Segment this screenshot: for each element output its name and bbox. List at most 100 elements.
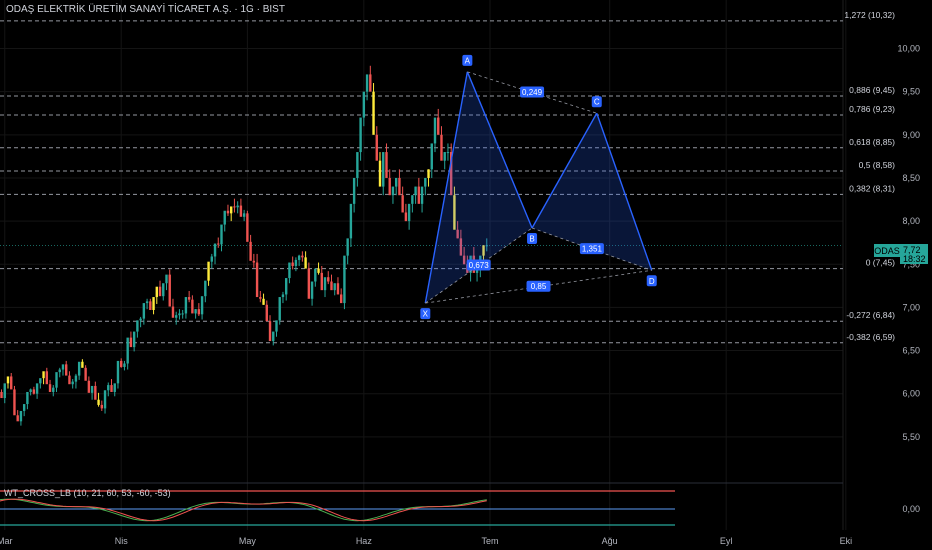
candle-body — [330, 281, 333, 291]
candle-body — [310, 281, 314, 299]
candle-body — [352, 177, 356, 204]
candle-body — [443, 152, 446, 161]
candle-body — [288, 262, 291, 279]
candle-body — [204, 280, 207, 297]
candle-body — [317, 268, 320, 273]
candle-body — [233, 206, 236, 208]
x-tick-label: May — [239, 536, 257, 546]
candle-body — [181, 313, 184, 315]
price-chart[interactable]: 1,272 (10,32) 0,886 (9,45) 0,786 (9,23) 0,6… — [0, 0, 932, 550]
candle-body — [301, 255, 304, 258]
candle-body — [13, 389, 16, 416]
candle-body — [158, 286, 162, 297]
candle-body — [19, 410, 23, 422]
candle-body — [391, 186, 395, 196]
fib-level-label: 0,5 (8,58) — [859, 160, 896, 170]
candle-body — [349, 203, 353, 239]
candle-body — [255, 262, 259, 298]
candle-body — [223, 210, 226, 225]
candle-body — [307, 268, 311, 299]
fib-level-label: 0,786 (9,23) — [849, 104, 895, 114]
candle-body — [401, 195, 404, 213]
candle-body — [394, 177, 398, 187]
candle-body — [275, 320, 278, 332]
candle-body — [230, 206, 233, 214]
candles — [0, 65, 488, 426]
x-tick-label: Tem — [481, 536, 498, 546]
y-tick-label: 9,00 — [902, 130, 920, 140]
candle-body — [39, 378, 42, 384]
candle-body — [45, 371, 49, 385]
candle-body — [297, 255, 301, 260]
candle-body — [437, 117, 440, 135]
candle-body — [116, 360, 120, 384]
candle-body — [171, 306, 175, 318]
candle-body — [152, 297, 155, 310]
candle-body — [249, 241, 252, 261]
candle-body — [430, 143, 433, 170]
candle-body — [446, 152, 450, 154]
y-tick-label: 7,00 — [902, 302, 920, 312]
fib-level-label: 0,886 (9,45) — [849, 85, 895, 95]
candle-body — [323, 277, 327, 291]
pivot-label: X — [423, 310, 429, 319]
candle-body — [42, 371, 45, 379]
candle-body — [145, 301, 149, 304]
candle-body — [291, 262, 294, 266]
candle-body — [61, 364, 65, 370]
candle-body — [252, 260, 256, 263]
pivot-label: D — [649, 277, 655, 286]
candle-body — [246, 213, 249, 242]
candle-body — [175, 315, 178, 318]
candle-body — [365, 74, 369, 92]
candle-body — [123, 363, 126, 367]
candle-body — [200, 296, 204, 315]
candle-body — [433, 117, 437, 144]
candle-body — [382, 152, 385, 187]
wt2-line — [0, 498, 487, 522]
candle-body — [210, 256, 213, 262]
candle-body — [129, 337, 133, 348]
fib-level-label: 1,272 (10,32) — [844, 10, 895, 20]
candle-body — [268, 321, 272, 342]
price-axis: 5,506,006,507,007,508,008,509,009,5010,0… — [897, 44, 920, 442]
symbol-tag: ODAS — [874, 246, 900, 256]
candle-body — [411, 195, 414, 204]
candle-body — [356, 152, 359, 178]
candle-body — [132, 331, 136, 348]
candle-body — [168, 274, 171, 307]
candle-body — [155, 286, 158, 298]
candle-body — [343, 255, 346, 304]
candle-body — [220, 224, 223, 245]
candle-body — [35, 383, 39, 394]
candle-body — [294, 259, 298, 266]
candle-body — [339, 294, 343, 304]
candle-body — [71, 381, 74, 385]
candle-body — [100, 404, 103, 409]
candle-body — [3, 383, 6, 399]
candle-body — [0, 391, 3, 399]
candle-body — [97, 399, 100, 405]
candle-body — [194, 309, 197, 314]
y-tick-label: 6,00 — [902, 389, 920, 399]
candle-body — [424, 177, 427, 187]
candle-body — [304, 257, 307, 269]
candle-body — [126, 337, 129, 364]
candle-body — [107, 385, 110, 391]
x-tick-label: Ağu — [602, 536, 618, 546]
x-tick-label: Eki — [840, 536, 853, 546]
chart-title: ODAŞ ELEKTRİK ÜRETİM SANAYİ TİCARET A.Ş.… — [6, 4, 285, 15]
candle-body — [404, 212, 408, 222]
ratio-label: 1,351 — [582, 245, 603, 254]
indicator-zero-tick: 0,00 — [902, 504, 920, 514]
pivot-label: C — [594, 98, 600, 107]
candle-body — [84, 367, 87, 381]
fib-level-label: -0,272 (6,84) — [846, 310, 895, 320]
candle-body — [55, 372, 58, 388]
candle-body — [427, 169, 430, 178]
candle-body — [187, 297, 191, 300]
pivot-label: B — [529, 235, 534, 244]
candle-body — [417, 186, 421, 204]
candle-body — [142, 303, 146, 319]
candle-body — [272, 331, 275, 342]
